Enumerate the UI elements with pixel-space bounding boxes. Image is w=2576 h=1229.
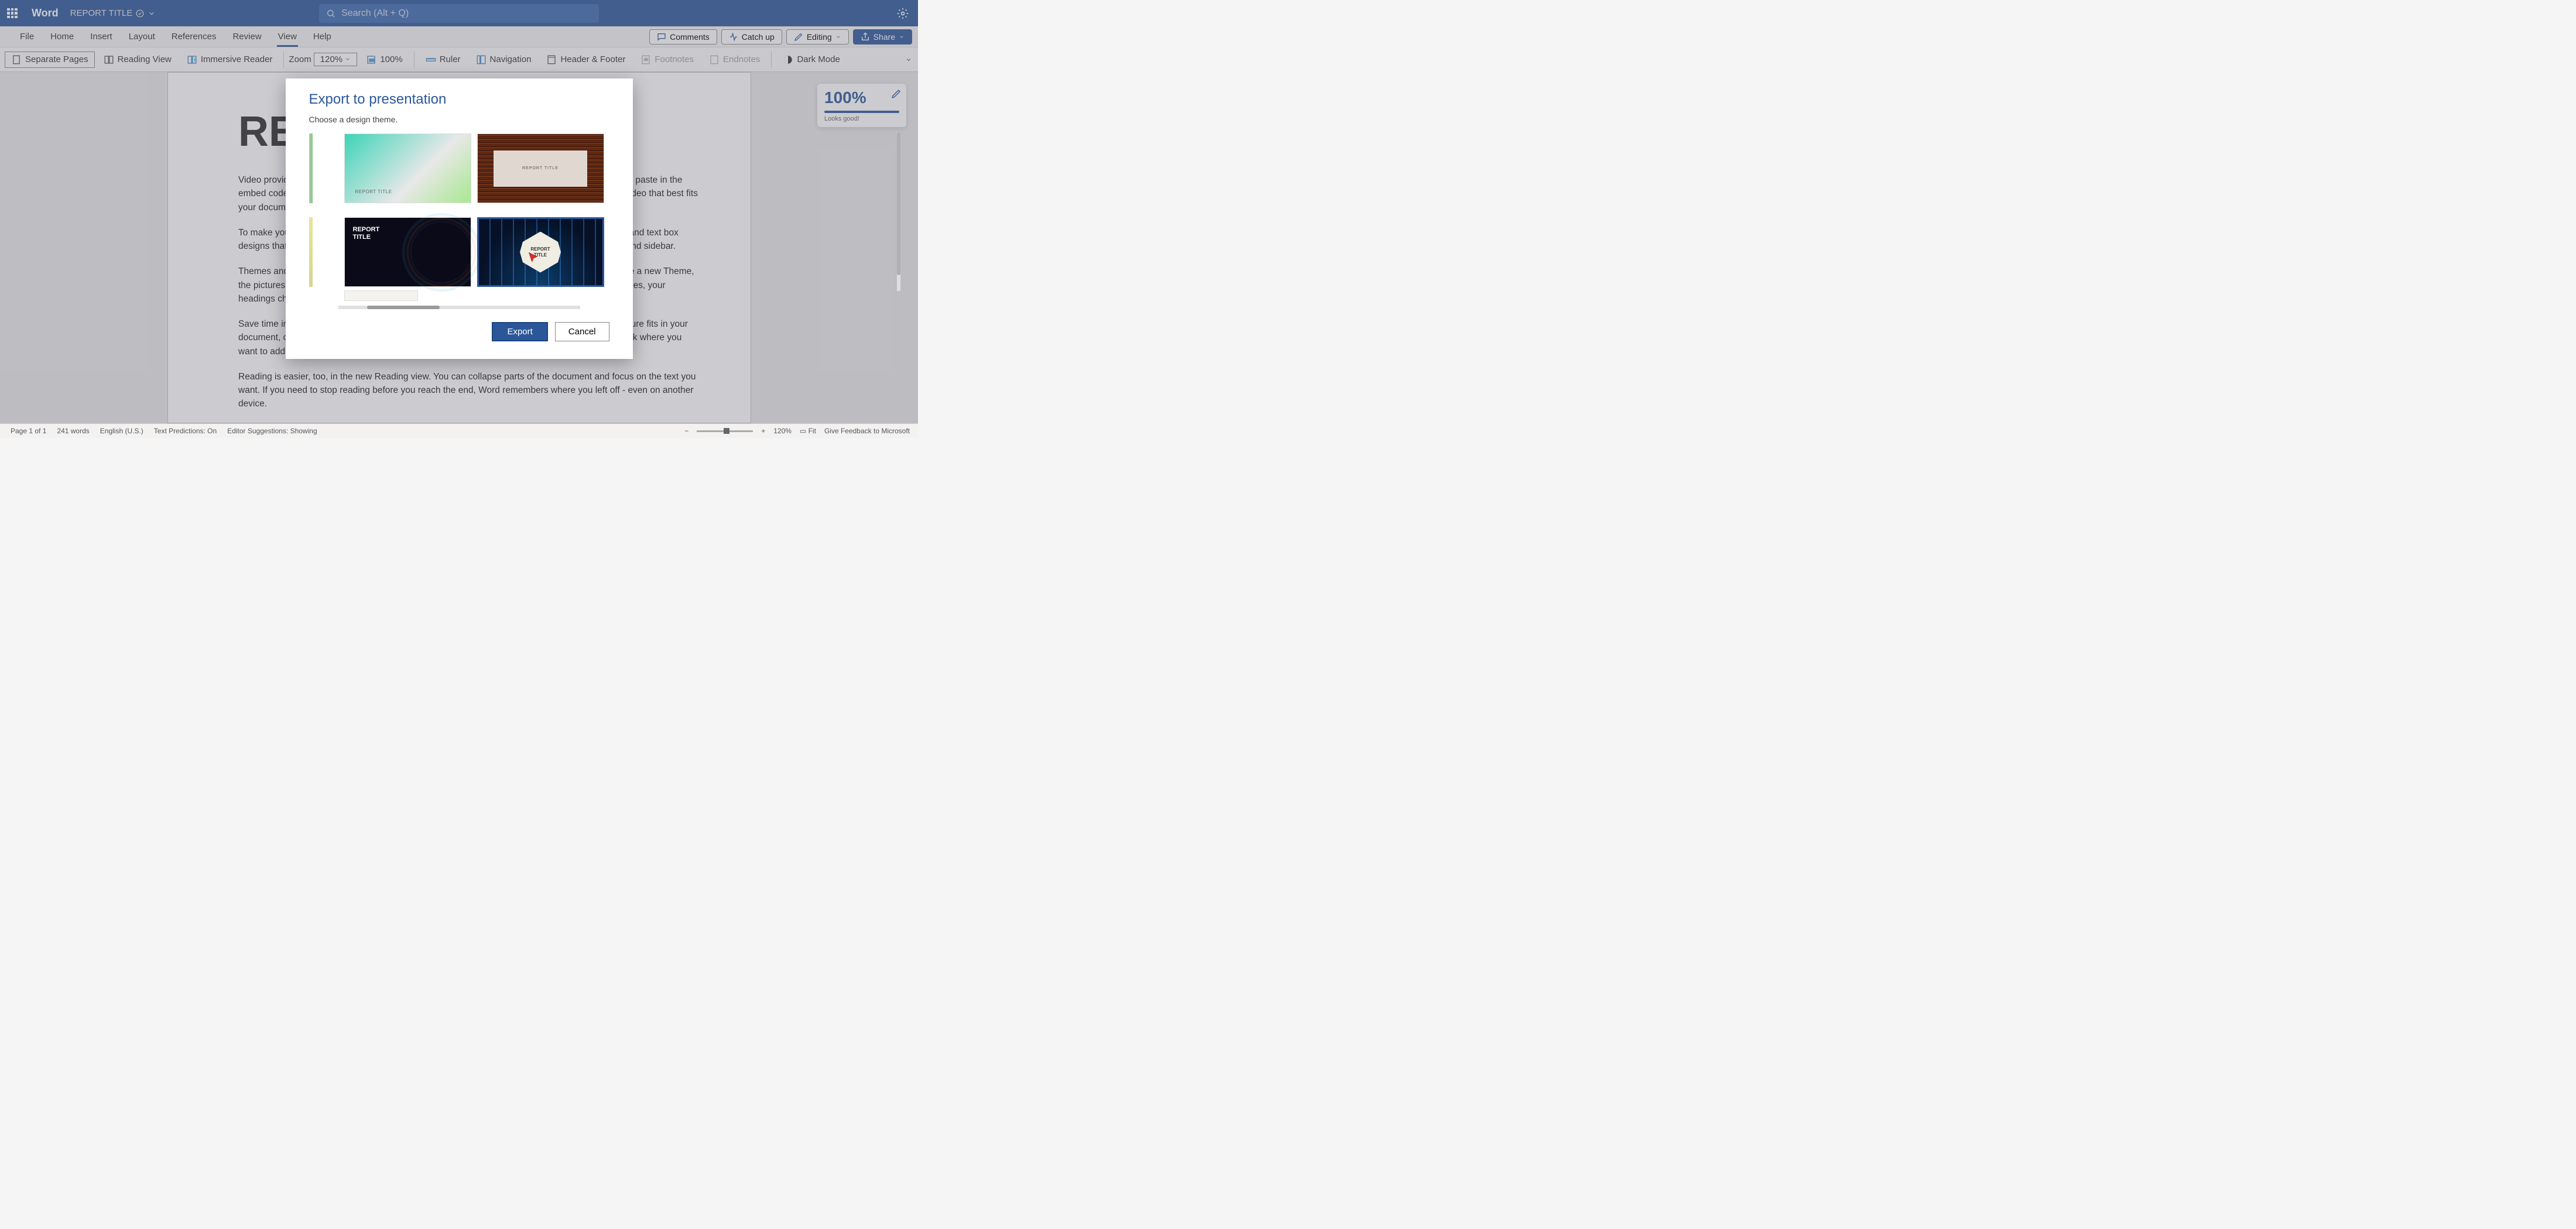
export-button[interactable]: Export [492, 322, 547, 341]
theme-option-partial[interactable] [344, 290, 418, 301]
theme-label: REPORT TITLE [494, 150, 587, 187]
horizontal-scrollbar[interactable] [338, 306, 580, 309]
status-bar: Page 1 of 1 241 words English (U.S.) Tex… [0, 423, 918, 438]
theme-option-teal[interactable]: REPORT TITLE [344, 133, 471, 203]
fit-button[interactable]: ▭ Fit [800, 427, 816, 435]
vertical-scrollbar[interactable] [897, 132, 900, 291]
scroll-thumb[interactable] [897, 132, 900, 275]
slider-thumb[interactable] [724, 428, 729, 434]
status-suggestions[interactable]: Editor Suggestions: Showing [227, 427, 317, 435]
status-page[interactable]: Page 1 of 1 [11, 427, 46, 435]
theme-option-glitch[interactable]: REPORT TITLE [477, 133, 604, 203]
mouse-cursor [528, 252, 540, 263]
theme-row-1: REPORT TITLE REPORT TITLE [309, 133, 609, 203]
modal-footer: Export Cancel [309, 322, 609, 341]
cancel-button[interactable]: Cancel [555, 322, 609, 341]
zoom-in-button[interactable]: + [761, 427, 765, 435]
theme-label: REPORTTITLE [520, 232, 561, 273]
modal-overlay: Export to presentation Choose a design t… [0, 0, 918, 438]
theme-label: REPORT TITLE [355, 189, 392, 194]
status-right: − + 120% ▭ Fit Give Feedback to Microsof… [684, 427, 910, 435]
zoom-slider[interactable] [697, 430, 753, 432]
status-words[interactable]: 241 words [57, 427, 89, 435]
modal-title: Export to presentation [309, 91, 609, 108]
scroll-thumb[interactable] [367, 306, 440, 309]
theme-option-cropped[interactable] [309, 133, 313, 203]
status-language[interactable]: English (U.S.) [100, 427, 143, 435]
fit-label: Fit [809, 427, 816, 435]
status-zoom[interactable]: 120% [773, 427, 792, 435]
theme-option-neon[interactable]: REPORTTITLE [477, 217, 604, 287]
zoom-out-button[interactable]: − [684, 427, 688, 435]
feedback-link[interactable]: Give Feedback to Microsoft [824, 427, 910, 435]
status-predictions[interactable]: Text Predictions: On [154, 427, 217, 435]
theme-option-mandala[interactable]: REPORTTITLE [344, 217, 471, 287]
theme-label: REPORTTITLE [353, 226, 380, 241]
export-presentation-modal: Export to presentation Choose a design t… [286, 78, 633, 359]
theme-option-cropped[interactable] [309, 217, 313, 287]
modal-subtitle: Choose a design theme. [309, 115, 609, 124]
theme-row-2: REPORTTITLE REPORTTITLE [309, 217, 609, 287]
